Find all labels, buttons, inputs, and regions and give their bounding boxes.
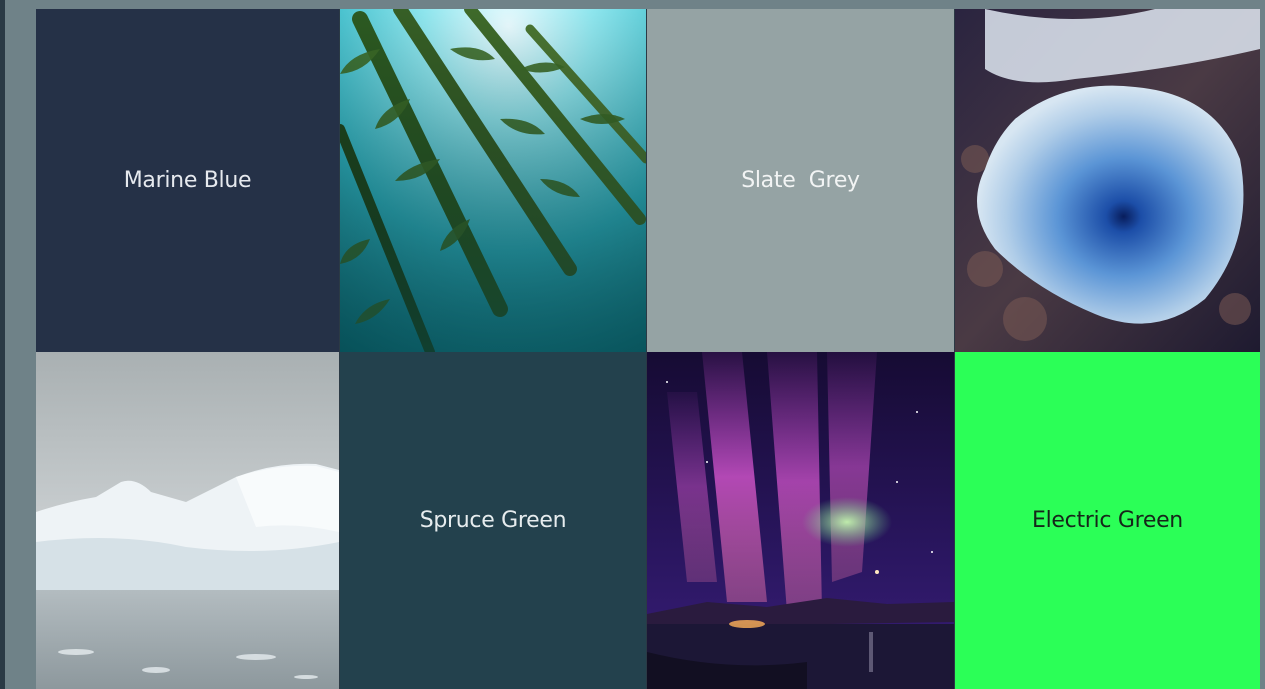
left-edge-strip: [0, 0, 5, 689]
swatch-label-spruce-green: Spruce Green: [419, 508, 567, 533]
swatch-label-electric-green: Electric Green: [1032, 508, 1183, 533]
swatch-spruce-green: Spruce Green: [340, 352, 646, 689]
swatch-marine-blue: Marine Blue: [36, 9, 339, 352]
swatch-electric-green: Electric Green: [955, 352, 1260, 689]
ice-hole-photo: [955, 9, 1260, 352]
kelp-forest-photo: [340, 9, 646, 352]
palette-grid: Marine Blue Slate Grey Spruce Green Elec…: [36, 9, 1260, 689]
swatch-label-marine-blue: Marine Blue: [123, 168, 252, 193]
iceberg-photo: [36, 352, 339, 689]
swatch-slate-grey: Slate Grey: [647, 9, 954, 352]
aurora-photo: [647, 352, 954, 689]
swatch-label-slate-grey: Slate Grey: [741, 168, 860, 193]
